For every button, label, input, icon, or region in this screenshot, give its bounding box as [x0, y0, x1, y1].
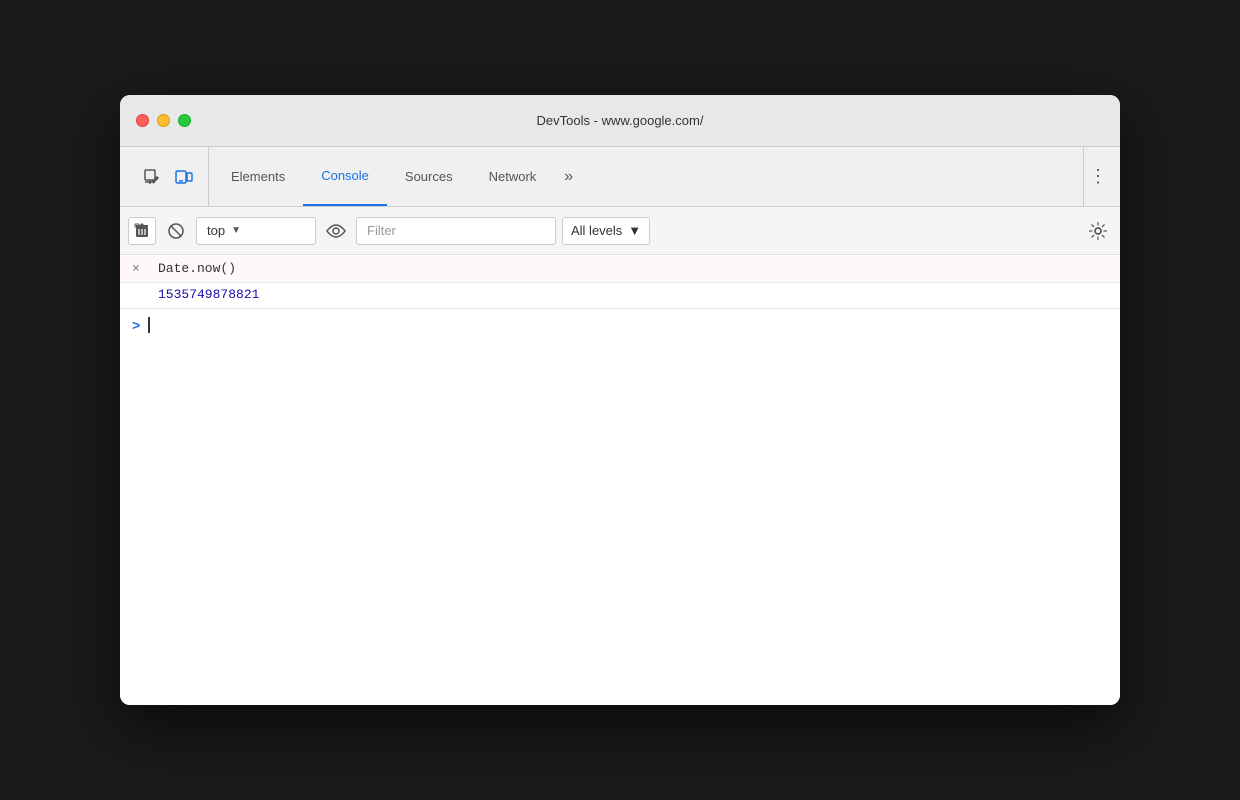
levels-dropdown-arrow: ▼ — [628, 223, 641, 238]
context-selector[interactable]: top ▼ — [196, 217, 316, 245]
tab-bar: Elements Console Sources Network » ⋮ — [120, 147, 1120, 207]
tab-sources[interactable]: Sources — [387, 147, 471, 206]
console-cursor — [148, 317, 150, 333]
filter-input[interactable] — [356, 217, 556, 245]
main-tabs: Elements Console Sources Network » — [213, 147, 583, 206]
maximize-button[interactable] — [178, 114, 191, 127]
window-title: DevTools - www.google.com/ — [537, 113, 704, 128]
devtools-menu-button[interactable]: ⋮ — [1084, 163, 1112, 191]
console-prompt-symbol: > — [132, 317, 140, 333]
title-bar: DevTools - www.google.com/ — [120, 95, 1120, 147]
more-tabs-button[interactable]: » — [554, 147, 583, 206]
log-levels-selector[interactable]: All levels ▼ — [562, 217, 650, 245]
console-command-text: Date.now() — [158, 261, 236, 276]
console-content: × Date.now() 1535749878821 > — [120, 255, 1120, 705]
tab-network[interactable]: Network — [471, 147, 555, 206]
close-button[interactable] — [136, 114, 149, 127]
device-toolbar-icon[interactable] — [170, 163, 198, 191]
devtools-icon-group — [128, 147, 209, 206]
levels-label: All levels — [571, 223, 622, 238]
entry-prefix: × — [132, 261, 148, 276]
console-result-value: 1535749878821 — [132, 287, 259, 302]
watch-expressions-button[interactable] — [322, 217, 350, 245]
console-input-line[interactable]: > — [120, 309, 1120, 341]
console-entry-result: 1535749878821 — [120, 283, 1120, 309]
context-dropdown-arrow: ▼ — [231, 225, 241, 236]
traffic-lights — [136, 114, 191, 127]
tab-elements[interactable]: Elements — [213, 147, 303, 206]
console-toolbar: top ▼ All levels ▼ — [120, 207, 1120, 255]
minimize-button[interactable] — [157, 114, 170, 127]
clear-console-button[interactable] — [128, 217, 156, 245]
console-entry-command: × Date.now() — [120, 255, 1120, 283]
devtools-window: DevTools - www.google.com/ — [120, 95, 1120, 705]
settings-button[interactable] — [1084, 217, 1112, 245]
inspect-element-icon[interactable] — [138, 163, 166, 191]
block-requests-button[interactable] — [162, 217, 190, 245]
context-value: top — [207, 223, 225, 238]
tab-console[interactable]: Console — [303, 147, 387, 206]
